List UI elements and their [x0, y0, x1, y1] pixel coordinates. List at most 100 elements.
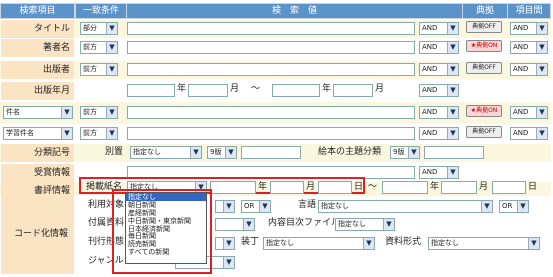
bool-select-title[interactable]: AND ▼: [419, 22, 459, 35]
chevron-down-icon: ▼: [447, 85, 458, 96]
match-select-author[interactable]: 前方 ▼: [80, 41, 118, 54]
item-select-subject[interactable]: 件名 ▼: [3, 106, 73, 119]
betsu-select[interactable]: 指定なし ▼: [130, 146, 202, 159]
attach-select[interactable]: ▼: [215, 218, 255, 231]
chevron-down-icon: ▼: [106, 128, 117, 139]
review-year-to[interactable]: [382, 181, 428, 194]
dropdown-option[interactable]: 中日新聞・東京新聞: [126, 217, 206, 225]
field-bool-select-learning[interactable]: AND ▼: [510, 127, 548, 140]
match-select-learning[interactable]: 前方 ▼: [80, 127, 118, 140]
binding-select[interactable]: 指定なし ▼: [263, 237, 375, 250]
dropdown-option[interactable]: 産経新聞: [126, 209, 206, 217]
label-code: コード化情報: [14, 229, 69, 239]
month-unit: 月: [479, 182, 489, 192]
review-month-from[interactable]: [270, 181, 304, 194]
subject-input[interactable]: [127, 106, 415, 119]
bool-select-learning[interactable]: AND ▼: [419, 127, 459, 140]
lang-bool-select[interactable]: OR ▼: [499, 200, 529, 213]
title-input[interactable]: [127, 22, 415, 35]
match-select-title[interactable]: 部分 ▼: [80, 22, 118, 35]
match-select-publisher[interactable]: 前方 ▼: [80, 63, 118, 76]
bool-select-author[interactable]: AND ▼: [419, 41, 459, 54]
year-from-input[interactable]: [127, 84, 175, 97]
chevron-down-icon: ▼: [190, 147, 201, 158]
author-input[interactable]: [127, 41, 415, 54]
learning-input[interactable]: [127, 127, 415, 140]
review-month-to[interactable]: [441, 181, 477, 194]
lang-select[interactable]: 指定なし ▼: [318, 200, 493, 213]
target-select[interactable]: ▼: [215, 200, 235, 213]
chevron-down-icon: ▼: [61, 128, 72, 139]
label-year: 出版年月: [1, 82, 74, 100]
header-match: 一致条件: [76, 4, 126, 18]
chevron-down-icon: ▼: [447, 42, 458, 53]
newspaper-dropdown-list[interactable]: 指定なし 朝日新聞 産経新聞 中日新聞・東京新聞 日本経済新聞 毎日新聞 読売新…: [125, 192, 207, 264]
chevron-down-icon: ▼: [259, 201, 270, 212]
material-label: 資料形式: [385, 237, 422, 247]
chevron-down-icon: ▼: [536, 64, 547, 75]
label-award: 受賞情報: [1, 164, 74, 182]
label-class: 分類記号: [1, 144, 74, 162]
chevron-down-icon: ▼: [528, 238, 539, 249]
class-input[interactable]: [241, 146, 301, 159]
contents-label: 内容目次ファイル: [268, 218, 341, 228]
picture-input[interactable]: [424, 146, 484, 159]
picture-hakkan-select[interactable]: 9版 ▼: [390, 146, 420, 159]
hakkan-select[interactable]: 9版 ▼: [207, 146, 237, 159]
dropdown-option[interactable]: 朝日新聞: [126, 201, 206, 209]
bool-select-award[interactable]: AND ▼: [419, 166, 459, 179]
authority-off-button[interactable]: 典拠OFF: [466, 62, 502, 74]
chevron-down-icon: ▼: [517, 201, 528, 212]
field-bool-select-publisher[interactable]: AND ▼: [510, 63, 548, 76]
publisher-input[interactable]: [127, 63, 415, 76]
chevron-down-icon: ▼: [447, 64, 458, 75]
authority-off-button[interactable]: 典拠OFF: [466, 126, 502, 138]
betsu-label: 別置: [105, 147, 124, 157]
authority-on-button[interactable]: ★典拠ON: [466, 40, 502, 52]
item-select-learning[interactable]: 学習件名 ▼: [3, 127, 73, 140]
chevron-down-icon: ▼: [536, 107, 547, 118]
year-to-input[interactable]: [272, 84, 320, 97]
field-bool-select-subject[interactable]: AND ▼: [510, 106, 548, 119]
bool-select-subject[interactable]: AND ▼: [419, 106, 459, 119]
month-unit: 月: [375, 84, 385, 94]
month-from-input[interactable]: [188, 84, 228, 97]
review-year-from[interactable]: [210, 181, 256, 194]
chevron-down-icon: ▼: [363, 238, 374, 249]
field-bool-select-title[interactable]: AND ▼: [510, 22, 548, 35]
month-to-input[interactable]: [333, 84, 373, 97]
month-unit: 月: [230, 84, 240, 94]
material-select[interactable]: 指定なし ▼: [428, 237, 540, 250]
bool-select-year[interactable]: AND ▼: [419, 84, 459, 97]
bool-select-publisher[interactable]: AND ▼: [419, 63, 459, 76]
range-tilde: 〜: [368, 182, 378, 192]
lang-label: 言語: [298, 200, 317, 210]
chevron-down-icon: ▼: [106, 23, 117, 34]
chevron-down-icon: ▼: [536, 42, 547, 53]
day-unit: 日: [354, 182, 364, 192]
chevron-down-icon: ▼: [106, 64, 117, 75]
chevron-down-icon: ▼: [225, 147, 236, 158]
form-select[interactable]: ▼: [215, 237, 235, 250]
header-value: 検 索 値: [127, 4, 462, 18]
chevron-down-icon: ▼: [106, 42, 117, 53]
authority-off-button[interactable]: 典拠OFF: [466, 21, 502, 33]
review-day-from[interactable]: [318, 181, 352, 194]
target-bool-select[interactable]: OR ▼: [241, 200, 271, 213]
authority-on-button[interactable]: ★典拠ON: [466, 105, 502, 117]
chevron-down-icon: ▼: [61, 107, 72, 118]
year-unit: 年: [322, 84, 332, 94]
chevron-down-icon: ▼: [383, 219, 394, 230]
field-bool-select-author[interactable]: AND ▼: [510, 41, 548, 54]
contents-select[interactable]: 指定なし ▼: [335, 218, 395, 231]
chevron-down-icon: ▼: [536, 128, 547, 139]
match-select-subject[interactable]: 前方 ▼: [80, 106, 118, 119]
chevron-down-icon: ▼: [447, 128, 458, 139]
range-tilde: 〜: [251, 84, 261, 94]
chevron-down-icon: ▼: [408, 147, 419, 158]
month-unit: 月: [306, 182, 316, 192]
dropdown-option[interactable]: 指定なし: [126, 193, 206, 201]
header-item: 検索項目: [1, 4, 74, 18]
review-day-to[interactable]: [492, 181, 526, 194]
dropdown-option[interactable]: すべての新聞: [126, 248, 206, 256]
